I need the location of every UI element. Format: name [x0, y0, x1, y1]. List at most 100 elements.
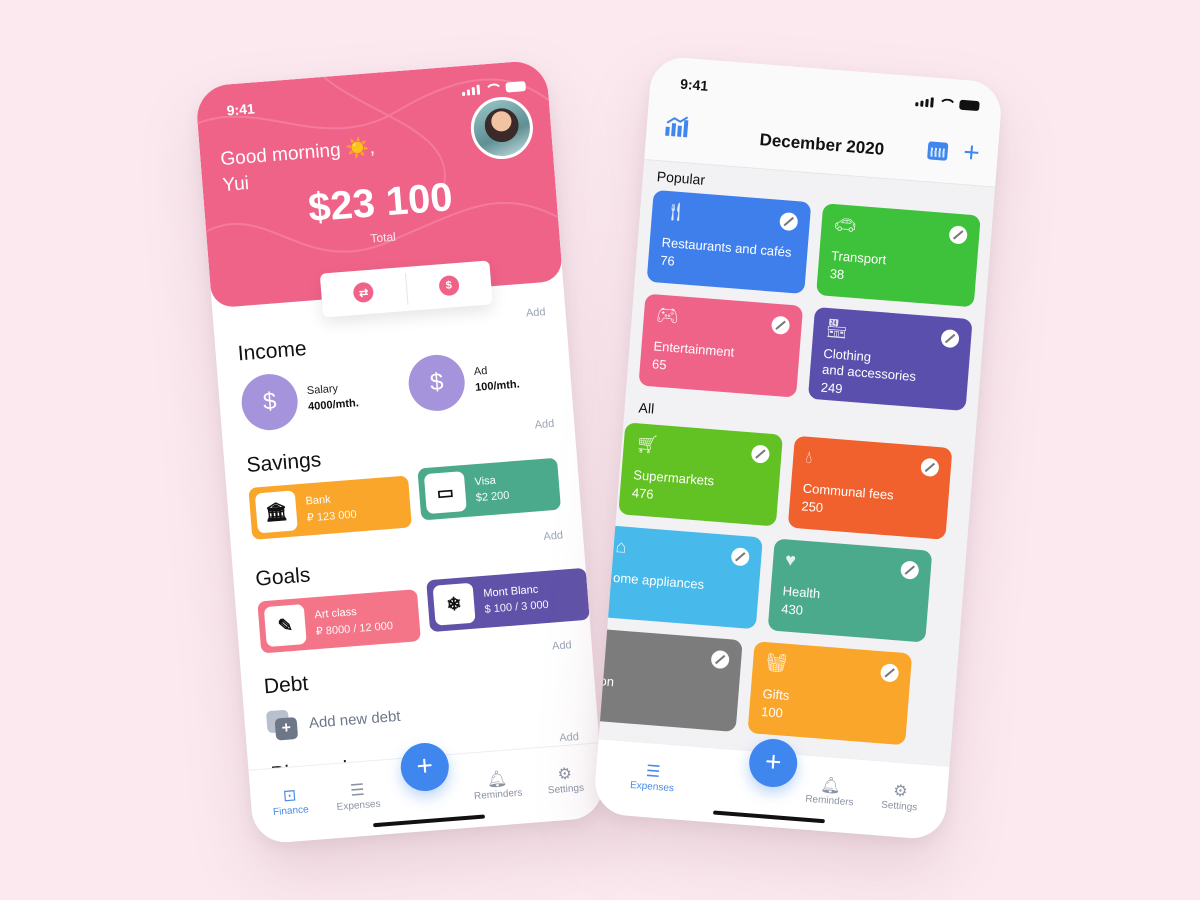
- battery-icon: [505, 80, 527, 93]
- tab-expenses[interactable]: ☰ Expenses: [617, 759, 689, 795]
- category-supermarkets[interactable]: 🛒︎ Supermarkets 476: [618, 422, 783, 527]
- edit-icon[interactable]: [779, 211, 799, 232]
- heart-icon: ♥: [784, 549, 797, 571]
- tab-settings[interactable]: ⚙ Settings: [864, 778, 936, 814]
- category-count: 249: [820, 379, 844, 397]
- edit-icon[interactable]: [710, 649, 730, 670]
- edit-icon[interactable]: [879, 663, 900, 683]
- snowflake-icon: ❄: [432, 582, 476, 626]
- finance-screen: 9:41 Good morning ☀️, Yui $23 100 Total …: [194, 59, 606, 845]
- planned-add-link[interactable]: Add: [559, 731, 579, 744]
- add-fab-button[interactable]: +: [747, 737, 800, 789]
- edit-icon[interactable]: [920, 457, 940, 478]
- fork-knife-icon: 🍴︎: [663, 200, 688, 223]
- income-item-salary[interactable]: $ Salary 4000/mth.: [239, 367, 361, 433]
- card-name: Mont Blanc: [482, 583, 539, 600]
- tab-bar: ☰ Expenses + 🔔︎ Reminders ⚙ Settings: [592, 737, 950, 841]
- add-icon[interactable]: +: [962, 136, 981, 168]
- expenses-header: 9:41 December 2020 +: [644, 55, 1004, 188]
- tab-finance[interactable]: ⊡ Finance: [254, 783, 326, 819]
- wifi-icon: [939, 98, 954, 109]
- card-name: Bank: [305, 493, 332, 508]
- dollar-icon: $: [239, 371, 300, 433]
- income-title: Income: [236, 337, 308, 366]
- category-name: Health: [782, 583, 821, 602]
- edit-icon[interactable]: [900, 560, 920, 580]
- category-name: Restaurants and cafés: [661, 234, 792, 260]
- category-count: 38: [829, 265, 845, 283]
- add-debt-icon: +: [265, 709, 299, 741]
- add-new-debt-label: Add new debt: [308, 707, 402, 732]
- all-label: All: [638, 399, 655, 417]
- transfer-icon: ⇄: [352, 281, 375, 304]
- edit-icon[interactable]: [940, 328, 960, 349]
- add-new-debt-button[interactable]: + Add new debt: [265, 701, 402, 741]
- category-health[interactable]: ♥ Health 430: [767, 538, 933, 643]
- credit-card-icon: ▭: [423, 471, 467, 515]
- category-communal-fees[interactable]: 💧︎ Communal fees 250: [787, 435, 953, 540]
- goals-title: Goals: [254, 563, 312, 591]
- edit-icon[interactable]: [770, 315, 791, 335]
- gamepad-icon: 🎮︎: [655, 304, 680, 327]
- wifi-icon: [485, 83, 500, 94]
- category-count: 65: [651, 356, 668, 373]
- popular-label: Popular: [656, 168, 706, 188]
- category-count: 100: [760, 703, 784, 721]
- card-amount: $ 100 / 3 000: [484, 598, 550, 616]
- calendar-icon[interactable]: [927, 141, 949, 161]
- edit-icon[interactable]: [730, 547, 750, 567]
- savings-card-visa[interactable]: ▭ Visa $2 200: [417, 457, 562, 521]
- category-home-appliances[interactable]: ⌂ ome appliances: [598, 525, 763, 630]
- tab-reminders[interactable]: 🔔︎ Reminders: [461, 767, 533, 803]
- battery-icon: [959, 99, 980, 111]
- home-indicator: [373, 814, 486, 828]
- income-item-ad[interactable]: $ Ad 100/mth.: [406, 349, 522, 414]
- add-fab-button[interactable]: +: [398, 741, 451, 793]
- bank-icon: 🏛: [254, 490, 298, 534]
- brush-icon: ✎: [263, 604, 307, 648]
- income-amount: 4000/mth.: [307, 397, 360, 414]
- card-amount: ₽ 123 000: [306, 508, 358, 524]
- category-partial[interactable]: tion: [592, 627, 743, 732]
- status-time: 9:41: [226, 100, 256, 119]
- category-entertainment[interactable]: 🎮︎ Entertainment 65: [638, 293, 804, 398]
- savings-add-link[interactable]: Add: [534, 418, 554, 431]
- edit-icon[interactable]: [948, 225, 968, 245]
- currency-button[interactable]: $: [406, 272, 492, 299]
- category-name: tion: [592, 672, 615, 690]
- category-count: 430: [780, 601, 804, 618]
- category-restaurants[interactable]: 🍴︎ Restaurants and cafés 76: [646, 189, 812, 295]
- goal-card-mont-blanc[interactable]: ❄ Mont Blanc $ 100 / 3 000: [426, 567, 590, 633]
- card-name: Art class: [314, 605, 358, 621]
- income-name: Salary: [306, 382, 339, 398]
- category-transport[interactable]: 🚗︎ Transport 38: [816, 203, 981, 308]
- goals-add-link[interactable]: Add: [543, 529, 563, 542]
- income-add-link[interactable]: Add: [525, 306, 545, 319]
- tab-reminders[interactable]: 🔔︎ Reminders: [794, 773, 866, 809]
- transfer-button[interactable]: ⇄: [321, 279, 407, 306]
- dollar-icon: $: [438, 274, 460, 297]
- savings-card-bank[interactable]: 🏛 Bank ₽ 123 000: [248, 475, 412, 540]
- category-count: 76: [659, 252, 676, 269]
- category-name: Transport: [830, 248, 887, 268]
- category-gifts[interactable]: 🧺︎ Gifts 100: [747, 641, 913, 746]
- store-icon: 🏪︎: [824, 317, 850, 340]
- debt-title: Debt: [263, 671, 310, 699]
- goal-card-art-class[interactable]: ✎ Art class ₽ 8000 / 12 000: [257, 589, 421, 654]
- category-name: ome appliances: [612, 569, 705, 593]
- tab-expenses[interactable]: ☰ Expenses: [322, 778, 394, 814]
- dollar-icon: $: [406, 352, 467, 414]
- income-amount: 100/mth.: [474, 378, 521, 394]
- income-name: Ad: [473, 364, 488, 378]
- signal-icon: [461, 84, 481, 97]
- card-name: Visa: [474, 474, 497, 489]
- category-clothing[interactable]: 🏪︎ Clothing and accessories 249: [807, 306, 973, 412]
- category-name: Clothing and accessories: [821, 345, 917, 385]
- category-name: Gifts: [762, 686, 790, 704]
- tab-settings[interactable]: ⚙ Settings: [529, 761, 601, 797]
- cart-icon: 🛒︎: [635, 433, 660, 456]
- debt-add-link[interactable]: Add: [552, 639, 572, 652]
- edit-icon[interactable]: [750, 444, 771, 464]
- home-indicator: [712, 810, 825, 824]
- card-amount: ₽ 8000 / 12 000: [315, 619, 394, 638]
